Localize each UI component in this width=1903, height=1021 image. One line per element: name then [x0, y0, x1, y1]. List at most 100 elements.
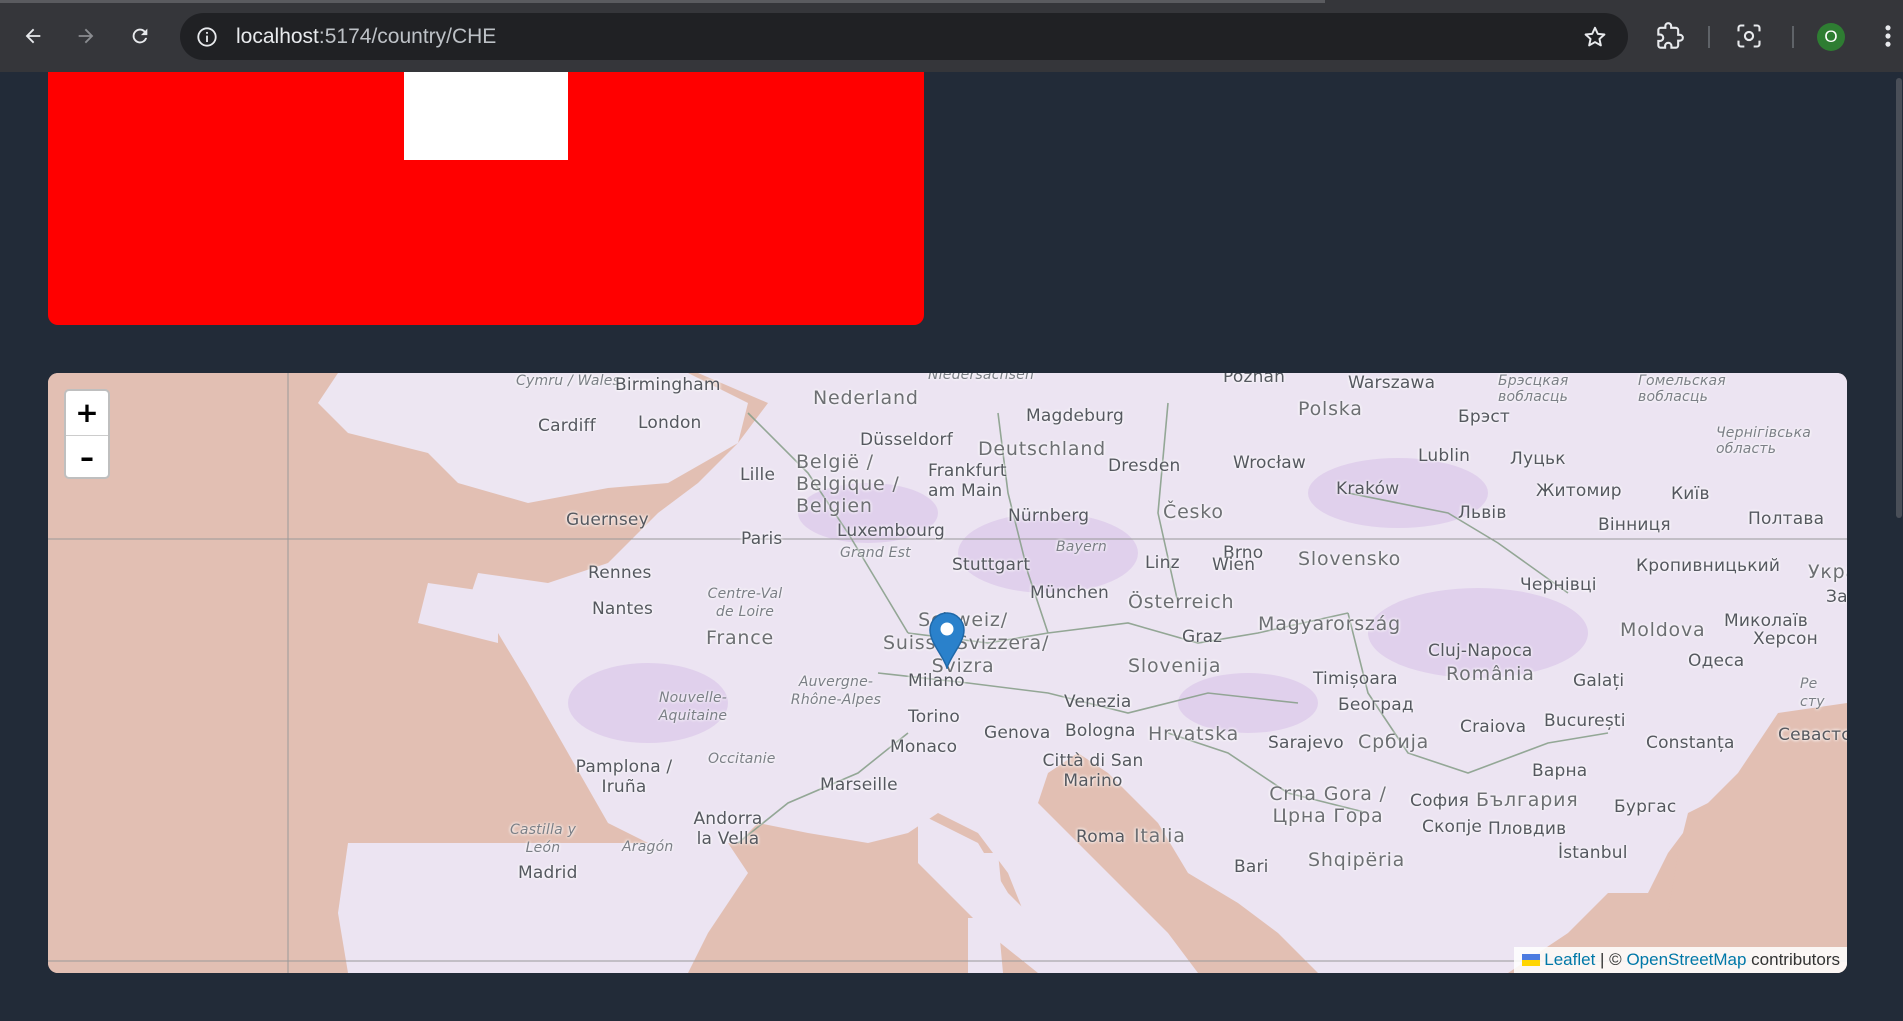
map-label: Italia — [1134, 825, 1186, 847]
map-label: Житомир — [1536, 481, 1622, 501]
toolbar-separator — [1792, 26, 1794, 48]
map-label: Castilla y León — [509, 822, 577, 856]
forward-icon — [78, 28, 94, 44]
info-icon[interactable] — [196, 26, 218, 48]
extensions-icon[interactable] — [1656, 22, 1684, 50]
profile-avatar[interactable]: O — [1817, 23, 1845, 51]
map-label: Città di San Marino — [1042, 751, 1144, 791]
location-marker-icon[interactable] — [928, 611, 966, 669]
flag-cross — [404, 72, 568, 160]
map-label: Cymru / Wales — [516, 373, 620, 389]
map-label: Sarajevo — [1268, 733, 1344, 753]
map-label: Warszawa — [1348, 373, 1436, 393]
menu-icon[interactable] — [1880, 22, 1896, 50]
screenshot-icon[interactable] — [1735, 22, 1763, 50]
map-label: Auvergne-Rhône-Alpes — [790, 674, 882, 708]
map-label: Roma — [1076, 827, 1126, 847]
leaflet-link[interactable]: Leaflet — [1544, 950, 1595, 969]
map-label: Venezia — [1064, 692, 1132, 712]
map-label: Вінниця — [1598, 515, 1671, 535]
scrollbar-thumb[interactable] — [1896, 78, 1902, 518]
map-label: Polska — [1298, 398, 1363, 420]
map-label: Чернігівська область — [1716, 425, 1812, 457]
map-label: Pamplona / Iruña — [575, 757, 673, 797]
map-label: Миколаїв — [1724, 611, 1809, 631]
map-label: Galați — [1573, 671, 1625, 691]
map-label: Magdeburg — [1026, 406, 1124, 426]
map-label: Stuttgart — [952, 555, 1031, 575]
map-label: Київ — [1671, 484, 1710, 504]
map-label: Kraków — [1336, 479, 1400, 499]
map-label: Wrocław — [1233, 453, 1306, 473]
map-label: Бургас — [1614, 797, 1677, 817]
map-label: Гомельская вобласць — [1638, 373, 1726, 405]
map-label: Пловдив — [1488, 819, 1567, 839]
map-label: Cluj-Napoca — [1428, 641, 1533, 661]
back-icon — [25, 28, 41, 44]
map-label: Linz — [1145, 553, 1180, 573]
attribution-suffix: contributors — [1746, 950, 1840, 969]
map-label: Torino — [908, 707, 960, 727]
forward-button[interactable] — [68, 18, 104, 54]
url-text[interactable]: localhost:5174/country/CHE — [236, 13, 496, 60]
map-label: Slovensko — [1298, 548, 1401, 570]
map-label: Варна — [1532, 761, 1588, 781]
map-label: Shqipëria — [1308, 849, 1406, 871]
map-label: Slovenija — [1128, 655, 1222, 677]
map-label: Paris — [741, 529, 783, 549]
map-label: Crna Gora / Црна Гора — [1269, 783, 1387, 827]
map-label: Timișoara — [1313, 669, 1398, 689]
map-label: Bayern — [1056, 539, 1107, 555]
map-label: Чернівці — [1520, 575, 1597, 595]
map-label: Lublin — [1418, 446, 1471, 466]
map-label: Madrid — [518, 863, 578, 883]
tab-strip-edge — [0, 0, 1325, 3]
map-label: София — [1410, 791, 1470, 811]
toolbar-separator — [1708, 26, 1710, 48]
map-label: Wien — [1212, 555, 1256, 575]
map-label: Cardiff — [538, 416, 596, 436]
map-label: Београд — [1338, 695, 1414, 715]
attribution-separator: | © — [1595, 950, 1627, 969]
map-label: Одеса — [1688, 651, 1745, 671]
map-label: За — [1826, 587, 1847, 607]
zoom-in-button[interactable]: + — [66, 391, 108, 435]
map-label: Occitanie — [708, 751, 776, 767]
map-label: Niedersachsen — [928, 373, 1035, 383]
map-label: România — [1446, 663, 1535, 685]
ukraine-flag-icon — [1522, 954, 1541, 966]
map-label: Украї — [1808, 561, 1847, 583]
map-label: Nederland — [813, 387, 919, 409]
map-label: Луцьк — [1510, 449, 1566, 469]
map-label: London — [638, 413, 702, 433]
address-bar[interactable]: localhost:5174/country/CHE — [180, 13, 1628, 60]
map-label: Ре сту — [1800, 676, 1825, 710]
country-map[interactable]: Cymru / Wales Birmingham Cardiff London … — [48, 373, 1847, 973]
map-label: Düsseldorf — [860, 430, 953, 450]
map-label: Constanța — [1646, 733, 1735, 753]
map-label: Nürnberg — [1008, 506, 1090, 526]
map-label: Frankfurt am Main — [928, 461, 1007, 501]
reload-button[interactable] — [122, 18, 158, 54]
reload-icon — [132, 28, 148, 44]
map-label: Hrvatska — [1148, 723, 1240, 745]
zoom-out-button[interactable]: – — [66, 435, 108, 477]
map-label: Кропивницький — [1636, 556, 1781, 576]
map-label: Luxembourg — [837, 521, 945, 541]
map-label: Брэст — [1458, 407, 1511, 427]
zoom-control: + – — [64, 389, 110, 479]
openstreetmap-link[interactable]: OpenStreetMap — [1626, 950, 1746, 969]
map-label: België / Belgique / Belgien — [796, 451, 900, 517]
map-label: Magyarország — [1258, 613, 1401, 635]
map-label: Deutschland — [978, 438, 1107, 460]
map-label: Nantes — [592, 599, 654, 619]
map-label: München — [1030, 583, 1109, 603]
map-label: Centre-Val de Loire — [707, 586, 783, 620]
map-label: Rennes — [588, 563, 652, 583]
map-label: Genova — [984, 723, 1051, 743]
back-button[interactable] — [15, 18, 51, 54]
browser-toolbar: localhost:5174/country/CHE O — [0, 0, 1903, 72]
map-label: Andorra la Vella — [693, 809, 763, 849]
map-label: Nouvelle-Aquitaine — [658, 690, 728, 724]
star-icon[interactable] — [1582, 24, 1608, 50]
